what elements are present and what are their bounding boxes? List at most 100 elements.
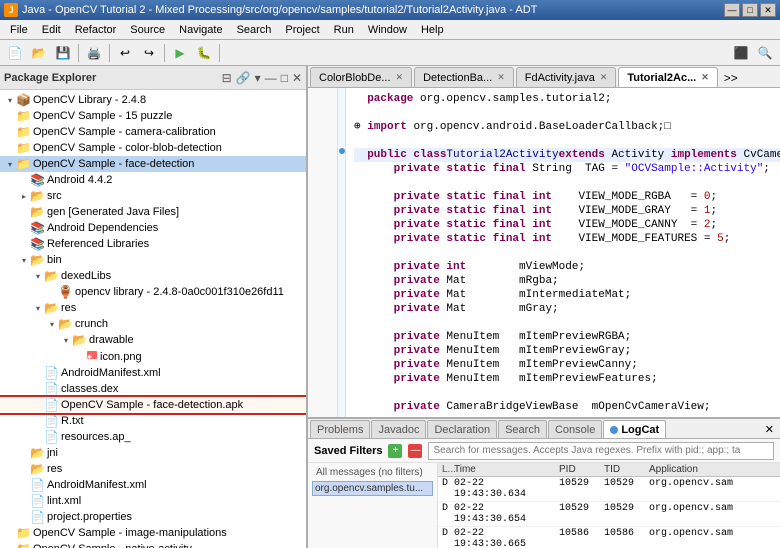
tree-arrow-android-dep[interactable] — [18, 222, 30, 234]
tree-arrow-ref-libs[interactable] — [18, 238, 30, 250]
tree-arrow-opencv-color[interactable] — [4, 142, 16, 154]
tree-item-bin[interactable]: ▾📂bin — [0, 252, 306, 268]
tree-item-res-bin[interactable]: ▾📂res — [0, 300, 306, 316]
menu-help[interactable]: Help — [415, 22, 450, 38]
panel-minimize-icon[interactable]: — — [265, 71, 277, 85]
tree-arrow-res-main[interactable] — [18, 463, 30, 475]
tree-arrow-icon-png[interactable] — [74, 351, 86, 363]
tree-arrow-opencv-native[interactable] — [4, 543, 16, 548]
tree-item-classes-dex[interactable]: 📄classes.dex — [0, 381, 306, 397]
tree-arrow-opencv-jar[interactable] — [46, 286, 58, 298]
tab-console[interactable]: Console — [548, 420, 602, 438]
add-filter-button[interactable]: + — [388, 444, 402, 458]
tree-arrow-android442[interactable] — [18, 174, 30, 186]
menu-refactor[interactable]: Refactor — [69, 22, 123, 38]
tree-arrow-opencv-image[interactable] — [4, 527, 16, 539]
tree-arrow-crunch[interactable]: ▾ — [46, 318, 58, 330]
tree-item-opencv-native[interactable]: 📁OpenCV Sample - native-activity — [0, 541, 306, 548]
tree-item-icon-png[interactable]: ✱icon.png — [0, 348, 306, 365]
tree-arrow-bin[interactable]: ▾ — [18, 254, 30, 266]
tree-arrow-src[interactable]: ▸ — [18, 190, 30, 202]
remove-filter-button[interactable]: — — [408, 444, 422, 458]
menu-edit[interactable]: Edit — [36, 22, 67, 38]
tab-declaration[interactable]: Declaration — [427, 420, 497, 438]
tab-tutorial2ac[interactable]: Tutorial2Ac... ✕ — [618, 67, 717, 87]
tree-arrow-lint-xml[interactable] — [18, 495, 30, 507]
minimize-button[interactable]: — — [724, 3, 740, 17]
tree-item-opencv-face[interactable]: ▾📁OpenCV Sample - face-detection — [0, 156, 306, 172]
tree-item-opencv-15[interactable]: 📁OpenCV Sample - 15 puzzle — [0, 108, 306, 124]
print-button[interactable]: 🖨️ — [83, 43, 105, 63]
perspective-button[interactable]: ⬛ — [730, 43, 752, 63]
logcat-row[interactable]: D 02-22 19:43:30.665 10586 10586 org.ope… — [438, 527, 780, 548]
tree-arrow-apk-file[interactable] — [32, 399, 44, 411]
tree-arrow-opencv-15[interactable] — [4, 110, 16, 122]
tab-detectionba[interactable]: DetectionBa... ✕ — [414, 67, 514, 87]
tree-arrow-manifest-bin[interactable] — [32, 367, 44, 379]
open-button[interactable]: 📂 — [28, 43, 50, 63]
logcat-row[interactable]: D 02-22 19:43:30.654 10529 10529 org.ope… — [438, 502, 780, 527]
tree-item-opencv-image[interactable]: 📁OpenCV Sample - image-manipulations — [0, 525, 306, 541]
tab-problems[interactable]: Problems — [310, 420, 370, 438]
maximize-button[interactable]: □ — [742, 3, 758, 17]
tree-arrow-r-txt[interactable] — [32, 415, 44, 427]
logcat-row[interactable]: D 02-22 19:43:30.634 10529 10529 org.ope… — [438, 477, 780, 502]
menu-file[interactable]: File — [4, 22, 34, 38]
tree-item-src[interactable]: ▸📂src — [0, 188, 306, 204]
menu-source[interactable]: Source — [124, 22, 171, 38]
tree-arrow-opencv-face[interactable]: ▾ — [4, 158, 16, 170]
tree-item-r-txt[interactable]: 📄R.txt — [0, 413, 306, 429]
menu-project[interactable]: Project — [279, 22, 325, 38]
tree-arrow-classes-dex[interactable] — [32, 383, 44, 395]
tree-item-opencv-color[interactable]: 📁OpenCV Sample - color-blob-detection — [0, 140, 306, 156]
tree-item-gen[interactable]: 📂gen [Generated Java Files] — [0, 204, 306, 220]
code-content[interactable]: package org.opencv.samples.tutorial2;⊕ i… — [346, 88, 780, 417]
tree-item-android-manifest[interactable]: 📄AndroidManifest.xml — [0, 477, 306, 493]
tree-arrow-opencv-camera[interactable] — [4, 126, 16, 138]
menu-run[interactable]: Run — [328, 22, 360, 38]
tab-colorblobde[interactable]: ColorBlobDe... ✕ — [310, 67, 412, 87]
tree-arrow-drawable[interactable]: ▾ — [60, 334, 72, 346]
tab-search[interactable]: Search — [498, 420, 547, 438]
tree-item-opencv-lib[interactable]: ▾📦OpenCV Library - 2.4.8 — [0, 92, 306, 108]
tree-arrow-gen[interactable] — [18, 206, 30, 218]
tree-item-lint-xml[interactable]: 📄lint.xml — [0, 493, 306, 509]
tab-colorblobde-close[interactable]: ✕ — [396, 72, 404, 83]
run-button[interactable]: ▶ — [169, 43, 191, 63]
tab-overflow-button[interactable]: >> — [720, 69, 742, 87]
tree-arrow-jni[interactable] — [18, 447, 30, 459]
tree-item-ref-libs[interactable]: 📚Referenced Libraries — [0, 236, 306, 252]
title-bar-buttons[interactable]: — □ ✕ — [724, 3, 776, 17]
tree-item-android442[interactable]: 📚Android 4.4.2 — [0, 172, 306, 188]
tree-item-apk-file[interactable]: 📄OpenCV Sample - face-detection.apk — [0, 397, 306, 413]
menu-navigate[interactable]: Navigate — [173, 22, 228, 38]
tab-tutorial2ac-close[interactable]: ✕ — [701, 72, 709, 83]
tree-item-crunch[interactable]: ▾📂crunch — [0, 316, 306, 332]
redo-button[interactable]: ↪ — [138, 43, 160, 63]
search-toolbar-button[interactable]: 🔍 — [754, 43, 776, 63]
new-button[interactable]: 📄 — [4, 43, 26, 63]
tree-arrow-project-props[interactable] — [18, 511, 30, 523]
menu-search[interactable]: Search — [231, 22, 278, 38]
tab-fdactivity[interactable]: FdActivity.java ✕ — [516, 67, 617, 87]
debug-button[interactable]: 🐛 — [193, 43, 215, 63]
tree-arrow-resources-ap[interactable] — [32, 431, 44, 443]
tree-item-drawable[interactable]: ▾📂drawable — [0, 332, 306, 348]
tree-arrow-res-bin[interactable]: ▾ — [32, 302, 44, 314]
tree-arrow-dexedlibs[interactable]: ▾ — [32, 270, 44, 282]
logcat-search-input[interactable] — [428, 442, 774, 460]
tree-item-resources-ap[interactable]: 📄resources.ap_ — [0, 429, 306, 445]
panel-menu-icon[interactable]: ▾ — [255, 71, 261, 85]
save-button[interactable]: 💾 — [52, 43, 74, 63]
close-button[interactable]: ✕ — [760, 3, 776, 17]
tab-logcat[interactable]: LogCat — [603, 420, 666, 438]
tree-item-dexedlibs[interactable]: ▾📂dexedLibs — [0, 268, 306, 284]
tree-arrow-android-manifest[interactable] — [18, 479, 30, 491]
undo-button[interactable]: ↩ — [114, 43, 136, 63]
menu-window[interactable]: Window — [362, 22, 413, 38]
tab-fdactivity-close[interactable]: ✕ — [600, 72, 608, 83]
tree-arrow-opencv-lib[interactable]: ▾ — [4, 94, 16, 106]
collapse-all-icon[interactable]: ⊟ — [222, 71, 232, 85]
tab-javadoc[interactable]: Javadoc — [371, 420, 426, 438]
tree-item-android-dep[interactable]: 📚Android Dependencies — [0, 220, 306, 236]
